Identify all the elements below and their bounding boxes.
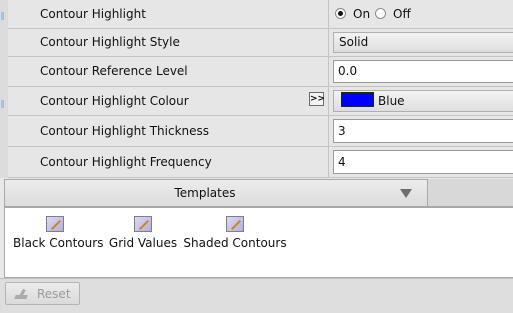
row-contour-reference-level: Contour Reference Level 0.0: [8, 57, 513, 87]
radio-off-label[interactable]: Off: [393, 0, 411, 28]
contour-reference-level-input[interactable]: 0.0: [333, 60, 513, 83]
column-divider: [328, 147, 329, 177]
contour-highlight-frequency-input[interactable]: 4: [333, 150, 513, 174]
radio-off[interactable]: [375, 8, 386, 19]
contour-highlight-label: Contour Highlight: [40, 7, 146, 21]
template-label: Black Contours: [13, 236, 104, 250]
column-divider: [328, 87, 329, 115]
template-shaded-contours[interactable]: Shaded Contours: [183, 216, 287, 250]
edge-marker: [1, 12, 4, 20]
template-label: Shaded Contours: [183, 236, 287, 250]
template-icon: [46, 216, 64, 232]
row-contour-highlight-style: Contour Highlight Style Solid: [8, 29, 513, 57]
template-label: Grid Values: [108, 236, 178, 250]
templates-tab-bar: Templates: [4, 179, 513, 207]
contour-highlight-thickness-label: Contour Highlight Thickness: [40, 124, 210, 138]
radio-on-label[interactable]: On: [353, 0, 370, 28]
column-divider: [328, 57, 329, 86]
reset-button[interactable]: Reset: [5, 282, 80, 305]
templates-gallery: Black Contours Grid Values Shaded Contou…: [4, 207, 513, 278]
template-black-contours[interactable]: Black Contours: [13, 216, 104, 250]
contour-highlight-style-label: Contour Highlight Style: [40, 35, 180, 49]
dropdown-arrow-icon[interactable]: [400, 189, 412, 198]
templates-tab-label: Templates: [174, 186, 236, 200]
row-contour-highlight: Contour Highlight On Off: [8, 0, 513, 29]
footer-bar: Reset: [0, 278, 513, 313]
reset-icon: [15, 289, 27, 299]
template-icon: [134, 216, 152, 232]
contour-highlight-frequency-label: Contour Highlight Frequency: [40, 155, 212, 169]
edge-marker: [1, 100, 4, 108]
column-divider: [328, 0, 329, 28]
contour-highlight-thickness-input[interactable]: 3: [333, 119, 513, 143]
template-grid-values[interactable]: Grid Values: [107, 216, 179, 250]
radio-on[interactable]: [335, 8, 346, 19]
contour-highlight-style-dropdown[interactable]: Solid: [333, 32, 513, 53]
column-divider: [328, 29, 329, 56]
template-icon: [226, 216, 244, 232]
row-contour-highlight-thickness: Contour Highlight Thickness 3: [8, 116, 513, 147]
row-contour-highlight-colour: Contour Highlight Colour >> Blue: [8, 87, 513, 116]
row-contour-highlight-frequency: Contour Highlight Frequency 4: [8, 147, 513, 178]
contour-reference-level-label: Contour Reference Level: [40, 64, 188, 78]
reset-button-label: Reset: [37, 287, 71, 301]
contour-highlight-colour-label: Contour Highlight Colour: [40, 94, 189, 108]
tab-templates[interactable]: Templates: [4, 179, 428, 206]
column-divider: [328, 116, 329, 146]
colour-more-button[interactable]: >>: [309, 92, 325, 106]
colour-swatch: [341, 92, 374, 107]
property-table: Contour Highlight On Off Contour Highlig…: [8, 0, 513, 178]
